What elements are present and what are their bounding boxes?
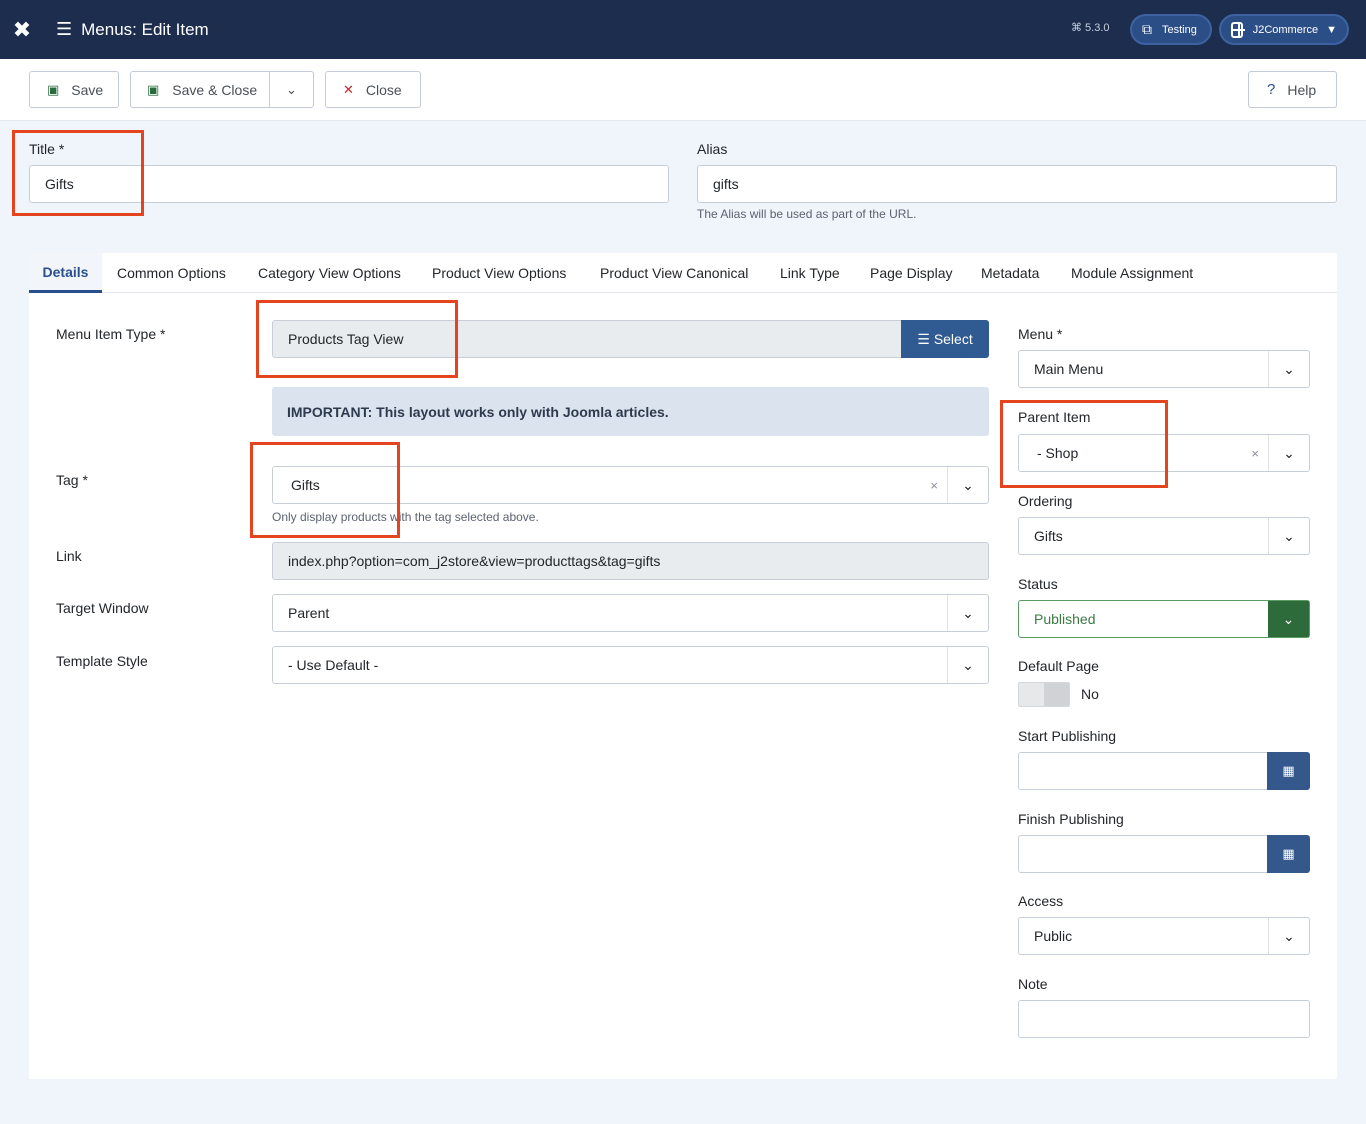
default-page-value: No bbox=[1081, 686, 1099, 702]
grid-icon bbox=[1231, 21, 1245, 38]
tab-link-type[interactable]: Link Type bbox=[780, 253, 840, 293]
tab-product-view-canonical[interactable]: Product View Canonical bbox=[600, 253, 748, 293]
save-button[interactable]: ▣ Save bbox=[29, 71, 119, 108]
save-close-split-button: ▣ Save & Close ⌄ bbox=[130, 71, 314, 108]
title-input[interactable]: Gifts bbox=[29, 165, 669, 203]
user-menu-button[interactable]: J2Commerce ▼ bbox=[1219, 14, 1349, 45]
chevron-down-icon: ⌄ bbox=[1268, 918, 1309, 954]
access-label: Access bbox=[1018, 893, 1064, 909]
ordering-select[interactable]: Gifts ⌄ bbox=[1018, 517, 1310, 555]
list-icon: ☰ bbox=[917, 330, 930, 347]
parent-item-label: Parent Item bbox=[1018, 409, 1091, 425]
calendar-icon[interactable]: ▦ bbox=[1267, 752, 1310, 790]
chevron-down-icon: ⌄ bbox=[947, 595, 988, 631]
alias-input[interactable]: gifts bbox=[697, 165, 1337, 203]
note-label: Note bbox=[1018, 976, 1048, 992]
chevron-down-icon: ⌄ bbox=[1268, 435, 1309, 471]
tag-hint: Only display products with the tag selec… bbox=[272, 510, 539, 524]
title-label: Title * bbox=[29, 141, 65, 157]
status-select[interactable]: Published ⌄ bbox=[1018, 600, 1310, 638]
alias-label: Alias bbox=[697, 141, 728, 157]
template-style-label: Template Style bbox=[56, 653, 148, 669]
alias-hint: The Alias will be used as part of the UR… bbox=[697, 207, 917, 221]
list-icon: ☰ bbox=[56, 19, 73, 39]
start-publishing-input[interactable] bbox=[1018, 752, 1268, 790]
close-icon: ✕ bbox=[343, 81, 354, 97]
ordering-label: Ordering bbox=[1018, 493, 1073, 509]
target-window-select[interactable]: Parent ⌄ bbox=[272, 594, 989, 632]
select-type-button[interactable]: ☰ Select bbox=[901, 320, 989, 358]
tab-page-display[interactable]: Page Display bbox=[870, 253, 953, 293]
top-header: ✖ ☰ Menus: Edit Item ⌘ 5.3.0 ⧉ Testing J… bbox=[0, 0, 1366, 59]
tab-details[interactable]: Details bbox=[29, 253, 102, 293]
tab-metadata[interactable]: Metadata bbox=[981, 253, 1039, 293]
chevron-down-icon: ⌄ bbox=[1268, 351, 1309, 387]
link-label: Link bbox=[56, 548, 82, 564]
save-close-button[interactable]: ▣ Save & Close bbox=[131, 72, 270, 107]
toolbar: ▣ Save ▣ Save & Close ⌄ ✕ Close ? Help bbox=[0, 59, 1366, 121]
parent-item-select[interactable]: - Shop × ⌄ bbox=[1018, 434, 1310, 472]
link-field: index.php?option=com_j2store&view=produc… bbox=[272, 542, 989, 580]
important-notice: IMPORTANT: This layout works only with J… bbox=[272, 387, 989, 436]
menu-item-type-field: Products Tag View bbox=[272, 320, 902, 358]
chevron-down-icon: ⌄ bbox=[1268, 518, 1309, 554]
save-options-dropdown[interactable]: ⌄ bbox=[270, 72, 313, 107]
tab-bar: Details Common Options Category View Opt… bbox=[29, 253, 1337, 293]
clear-icon[interactable]: × bbox=[1251, 446, 1259, 461]
tab-common-options[interactable]: Common Options bbox=[117, 253, 226, 293]
finish-publishing-label: Finish Publishing bbox=[1018, 811, 1124, 827]
tab-product-view-options[interactable]: Product View Options bbox=[432, 253, 566, 293]
save-icon: ▣ bbox=[147, 81, 160, 97]
tab-module-assignment[interactable]: Module Assignment bbox=[1071, 253, 1193, 293]
chevron-down-icon: ⌄ bbox=[947, 467, 988, 503]
tag-select[interactable]: Gifts × ⌄ bbox=[272, 466, 989, 504]
menu-label: Menu * bbox=[1018, 326, 1063, 342]
help-icon: ? bbox=[1267, 81, 1276, 98]
status-label: Status bbox=[1018, 576, 1058, 592]
chevron-down-icon: ▼ bbox=[1326, 23, 1337, 36]
help-button[interactable]: ? Help bbox=[1248, 71, 1337, 108]
default-page-label: Default Page bbox=[1018, 658, 1099, 674]
page-title: ☰ Menus: Edit Item bbox=[56, 19, 209, 39]
default-page-toggle[interactable] bbox=[1018, 682, 1070, 707]
chevron-down-icon: ⌄ bbox=[1268, 601, 1309, 637]
version-label: ⌘ 5.3.0 bbox=[1071, 22, 1110, 34]
menu-select[interactable]: Main Menu ⌄ bbox=[1018, 350, 1310, 388]
clear-icon[interactable]: × bbox=[930, 478, 938, 493]
menu-item-type-label: Menu Item Type * bbox=[56, 326, 166, 342]
finish-publishing-input[interactable] bbox=[1018, 835, 1268, 873]
start-publishing-label: Start Publishing bbox=[1018, 728, 1117, 744]
access-select[interactable]: Public ⌄ bbox=[1018, 917, 1310, 955]
external-link-icon: ⧉ bbox=[1142, 21, 1152, 37]
calendar-icon[interactable]: ▦ bbox=[1267, 835, 1310, 873]
target-window-label: Target Window bbox=[56, 600, 149, 616]
template-style-select[interactable]: - Use Default - ⌄ bbox=[272, 646, 989, 684]
chevron-down-icon: ⌄ bbox=[286, 81, 297, 97]
save-icon: ▣ bbox=[47, 81, 60, 97]
tag-label: Tag * bbox=[56, 472, 88, 488]
site-preview-button[interactable]: ⧉ Testing bbox=[1130, 14, 1212, 45]
note-input[interactable] bbox=[1018, 1000, 1310, 1038]
close-button[interactable]: ✕ Close bbox=[325, 71, 421, 108]
chevron-down-icon: ⌄ bbox=[947, 647, 988, 683]
toggle-knob bbox=[1044, 683, 1069, 706]
joomla-logo-icon[interactable]: ✖ bbox=[0, 0, 44, 59]
tab-category-view-options[interactable]: Category View Options bbox=[258, 253, 401, 293]
